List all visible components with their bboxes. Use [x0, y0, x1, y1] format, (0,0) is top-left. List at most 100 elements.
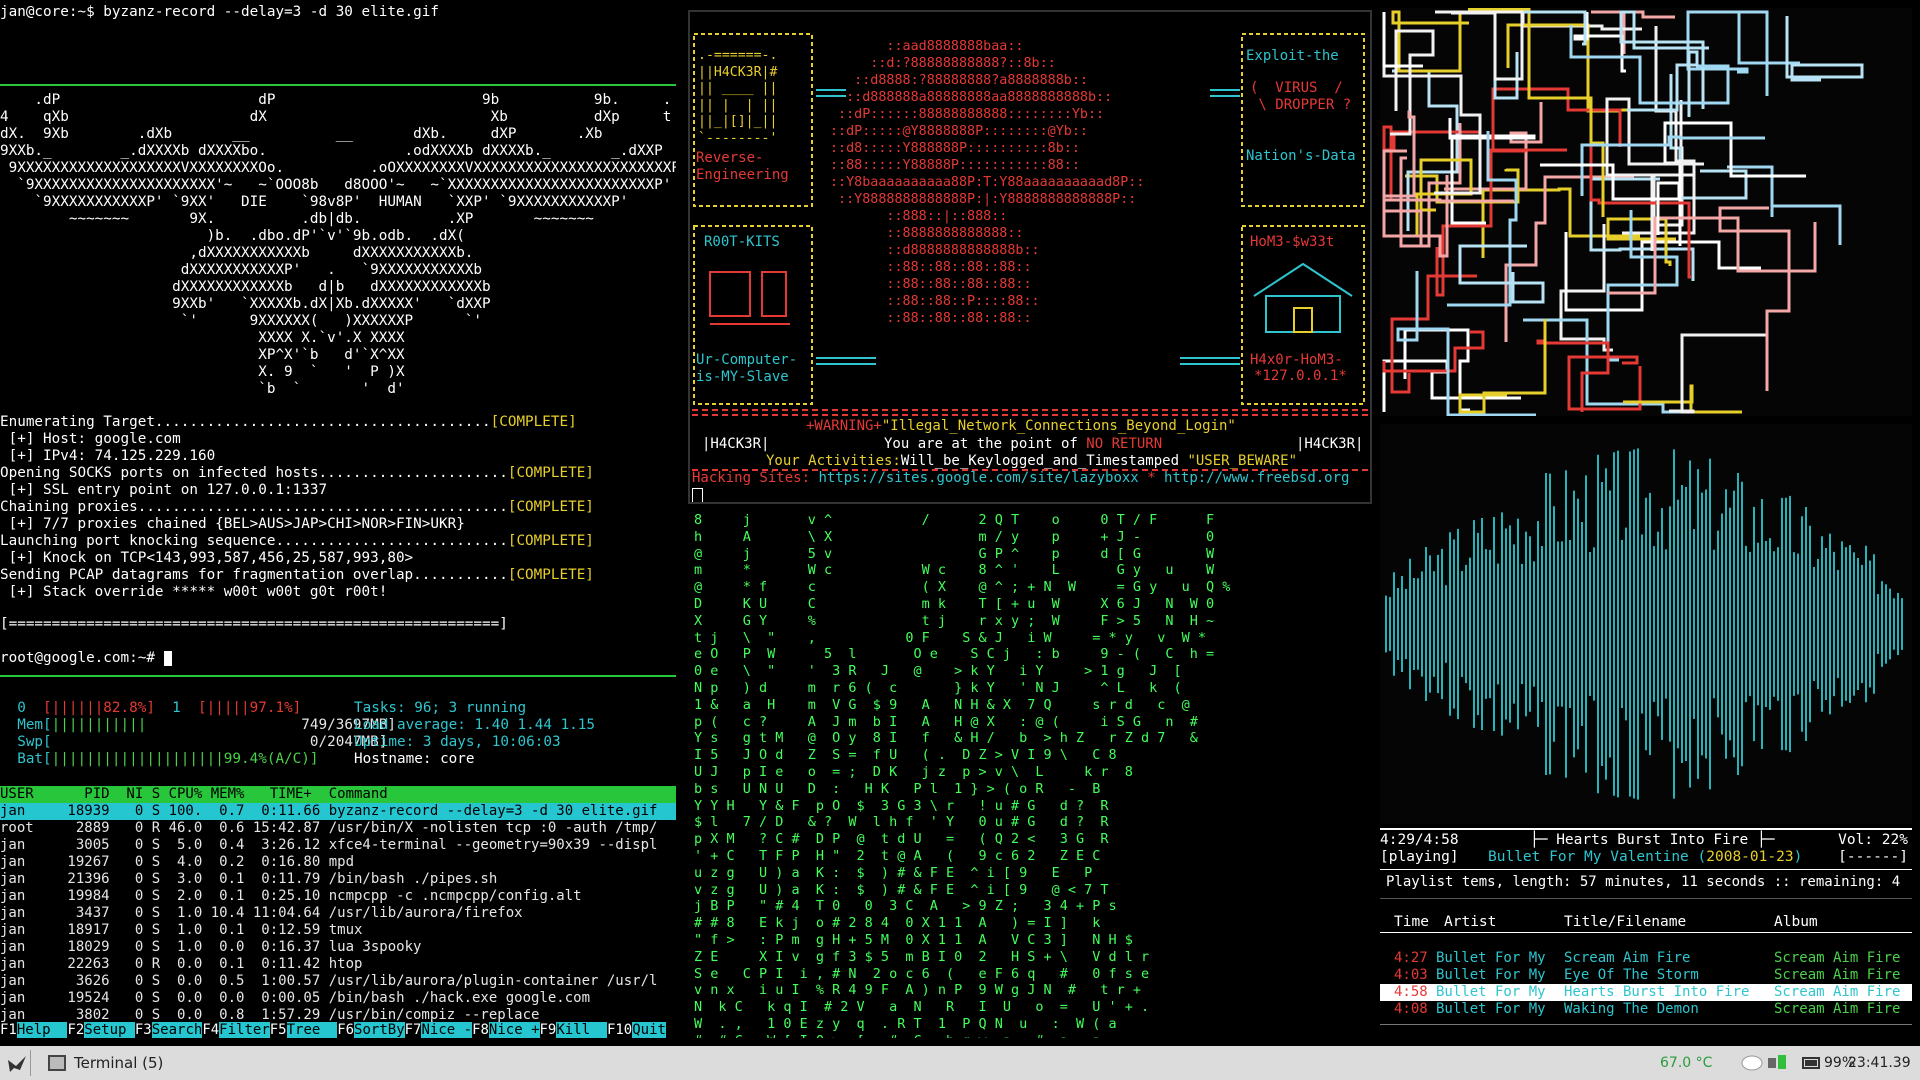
process-row[interactable]: jan 18029 0 S 1.0 0.0 0:16.37 lua 3spook… — [0, 939, 421, 956]
process-row[interactable]: jan 19267 0 S 4.0 0.2 0:16.80 mpd — [0, 854, 354, 871]
complete-badge: [COMPLETE] — [507, 499, 594, 515]
pipe-segment — [1458, 244, 1545, 304]
pipes-screensaver-pane — [1380, 8, 1912, 416]
fkey-f3[interactable]: F3 — [135, 1022, 152, 1038]
process-row[interactable]: jan 19524 0 S 0.0 0.0 0:00.05 /bin/bash … — [0, 990, 590, 1007]
cpu-meters: 0 [||||||82.8%] 1 [|||||97.1%] — [17, 700, 302, 716]
ascii-art-line: 4 qXb dX Xb dXp t — [0, 109, 672, 125]
ascii-art-line: ~~~~~~~ 9X. .db|db. .XP ~~~~~~~ — [0, 211, 594, 227]
fkey-f1[interactable]: F1 — [0, 1022, 17, 1038]
hacking-sites-line[interactable]: Hacking Sites: https://sites.google.com/… — [692, 470, 1349, 486]
progress-bar-text: [=======================================… — [0, 616, 508, 632]
process-row[interactable]: jan 3437 0 S 1.0 10.4 11:04.64 /usr/lib/… — [0, 905, 523, 922]
ascii-art-line: dXXXXXXXXXXXXb d|b dXXXXXXXXXXXXb — [0, 279, 491, 295]
pipe-segment — [1382, 198, 1514, 245]
battery-icon[interactable] — [1800, 1052, 1822, 1074]
ascii-art-line: dXXXXXXXXXXXP' . `9XXXXXXXXXXXb — [0, 262, 483, 278]
process-row[interactable]: jan 18917 0 S 1.0 0.1 0:12.59 tmux — [0, 922, 362, 939]
warning-line: +WARNING+"Illegal_Network_Connections_Be… — [806, 418, 1236, 434]
hostname: Hostname: core — [354, 751, 475, 767]
matrix-rain-pane: 8 j v ^ / 2 Q T o 0 T / F F h A \ X m / … — [688, 510, 1368, 1038]
process-row[interactable]: jan 3005 0 S 5.0 0.4 3:26.12 xfce4-termi… — [0, 837, 657, 854]
col-time[interactable]: Time — [1394, 914, 1429, 930]
fkey-label[interactable]: Filter — [219, 1022, 270, 1038]
audio-visualizer-pane — [1380, 424, 1912, 824]
fkey-label[interactable]: Help — [16, 1022, 68, 1038]
fkey-label[interactable]: Search — [151, 1022, 203, 1038]
ascii-art-line: `9XXXXXXXXXXXP' `9XX' DIE `98v8P' HUMAN … — [0, 194, 629, 210]
mem-meter: Mem[||||||||||| 749/3697MB] — [17, 717, 396, 733]
ascii-art-line: .dP dP 9b 9b. . — [0, 92, 672, 108]
track-time: 4:27 — [1394, 950, 1428, 966]
fkey-f7[interactable]: F7 — [405, 1022, 422, 1038]
playlist-info: Playlist tems, length: 57 minutes, 11 se… — [1386, 874, 1901, 890]
process-row[interactable]: jan 22263 0 R 0.0 0.1 0:11.42 htop — [0, 956, 362, 973]
fkey-label[interactable]: Tree — [286, 1022, 338, 1038]
status-line: [+] SSL entry point on 127.0.0.1:1337 — [0, 482, 328, 498]
status-line: Opening SOCKS ports on infected hosts...… — [0, 465, 594, 481]
slave-label: Ur-Computer- is-MY-Slave — [696, 352, 798, 385]
nations-data-label: Nation's-Data — [1246, 148, 1356, 164]
pipe-segment — [1718, 206, 1791, 391]
fkey-label[interactable]: Nice + — [488, 1022, 540, 1038]
status-line: Sending PCAP datagrams for fragmentation… — [0, 567, 594, 583]
player-flags: [------] — [1838, 849, 1908, 865]
taskbar-app-label: Terminal (5) — [74, 1054, 164, 1072]
menu-bird-icon[interactable] — [6, 1052, 28, 1074]
ascii-art-line: ,dXXXXXXXXXXXb dXXXXXXXXXXXb. — [0, 245, 474, 261]
complete-badge: [COMPLETE] — [507, 465, 594, 481]
h4x0r-home-label: H4x0r-HoM3- — [1250, 352, 1343, 368]
fkey-label[interactable]: Quit — [632, 1022, 666, 1038]
track-album: Scream Aim Fire — [1774, 967, 1901, 983]
left-terminal-pane[interactable]: jan@core:~$ byzanz-record --delay=3 -d 3… — [0, 0, 676, 1038]
now-playing-title: ├─ Hearts Burst Into Fire ├─ — [1530, 832, 1775, 848]
col-album[interactable]: Album — [1774, 914, 1818, 930]
fkey-f5[interactable]: F5 — [270, 1022, 287, 1038]
playlist-track[interactable]: 4:08 Bullet For My Waking The Demon Scream … — [1380, 1001, 1912, 1018]
track-title: Waking The Demon — [1564, 1001, 1699, 1017]
process-table-header[interactable]: USER PID NI S CPU% MEM% TIME+ Command — [0, 786, 676, 803]
clock[interactable]: 23:41.39 — [1848, 1055, 1911, 1071]
fkey-f8[interactable]: F8 — [472, 1022, 489, 1038]
ncmpcpp-pane[interactable]: 4:29/4:58 ├─ Hearts Burst Into Fire ├─ V… — [1380, 828, 1912, 1038]
fkey-label[interactable]: Kill — [556, 1022, 607, 1038]
fkey-label[interactable]: SortBy — [354, 1022, 405, 1038]
fkey-label[interactable]: Setup — [84, 1022, 135, 1038]
ncmpcpp-time: 4:29/4:58 — [1380, 832, 1459, 848]
pipe-segment — [1564, 232, 1761, 312]
track-title: Scream Aim Fire — [1564, 950, 1691, 966]
fkey-f2[interactable]: F2 — [67, 1022, 84, 1038]
col-artist[interactable]: Artist — [1444, 914, 1496, 930]
rootkits-label: R00T-KITS — [704, 234, 780, 250]
site-link-1[interactable]: https://sites.google.com/site/lazyboxx — [818, 470, 1138, 486]
network-icon[interactable] — [1738, 1052, 1798, 1074]
tmux-separator-mid — [0, 675, 676, 677]
virus-dropper-label: ( VIRUS / \ DROPPER ? — [1250, 80, 1352, 113]
pipe-segment — [1663, 121, 1806, 246]
track-time: 4:08 — [1394, 1001, 1428, 1017]
now-playing-album: Bullet For My Valentine (2008-01-23) — [1488, 849, 1803, 865]
volume[interactable]: Vol: 22% — [1838, 832, 1908, 848]
shell-prompt-2[interactable]: root@google.com:~# — [0, 650, 172, 667]
fkey-f6[interactable]: F6 — [337, 1022, 354, 1038]
process-row[interactable]: jan 19984 0 S 2.0 0.1 0:25.10 ncmpcpp -c… — [0, 888, 582, 905]
col-title[interactable]: Title/Filename — [1564, 914, 1686, 930]
fkey-label[interactable]: Nice - — [421, 1022, 473, 1038]
taskbar-button-terminal[interactable]: Terminal (5) — [40, 1052, 171, 1074]
site-link-2[interactable]: http://www.freebsd.org — [1164, 470, 1349, 486]
playlist-track[interactable]: 4:27 Bullet For My Scream Aim Fire Scream A… — [1380, 950, 1912, 967]
ascii-art-line: )b. .dbo.dP'`v'`9b.odb. .dX( — [0, 228, 465, 244]
waveform-visualizer — [1385, 448, 1903, 800]
fkey-f10[interactable]: F10 — [607, 1022, 632, 1038]
playlist-track[interactable]: 4:03 Bullet For My Eye Of The Storm Scream … — [1380, 967, 1912, 984]
playlist-track[interactable]: 4:58 Bullet For My Hearts Burst Into Fire S… — [1380, 984, 1912, 1001]
process-row[interactable]: jan 21396 0 S 3.0 0.1 0:11.79 /bin/bash … — [0, 871, 497, 888]
process-row[interactable]: jan 3626 0 S 0.0 0.5 1:00.57 /usr/lib/au… — [0, 973, 657, 990]
complete-badge: [COMPLETE] — [490, 414, 577, 430]
fkey-f9[interactable]: F9 — [540, 1022, 557, 1038]
process-row-selected[interactable]: jan 18939 0 S 100. 0.7 0:11.66 byzanz-re… — [0, 803, 676, 820]
ascii-art-line: 9XXb' `XXXXXb.dX|Xb.dXXXXX' `dXXP — [0, 296, 491, 312]
fkey-f4[interactable]: F4 — [202, 1022, 219, 1038]
process-row[interactable]: root 2889 0 R 46.0 0.6 15:42.87 /usr/bin… — [0, 820, 657, 837]
pipe-segment — [1523, 318, 1707, 414]
